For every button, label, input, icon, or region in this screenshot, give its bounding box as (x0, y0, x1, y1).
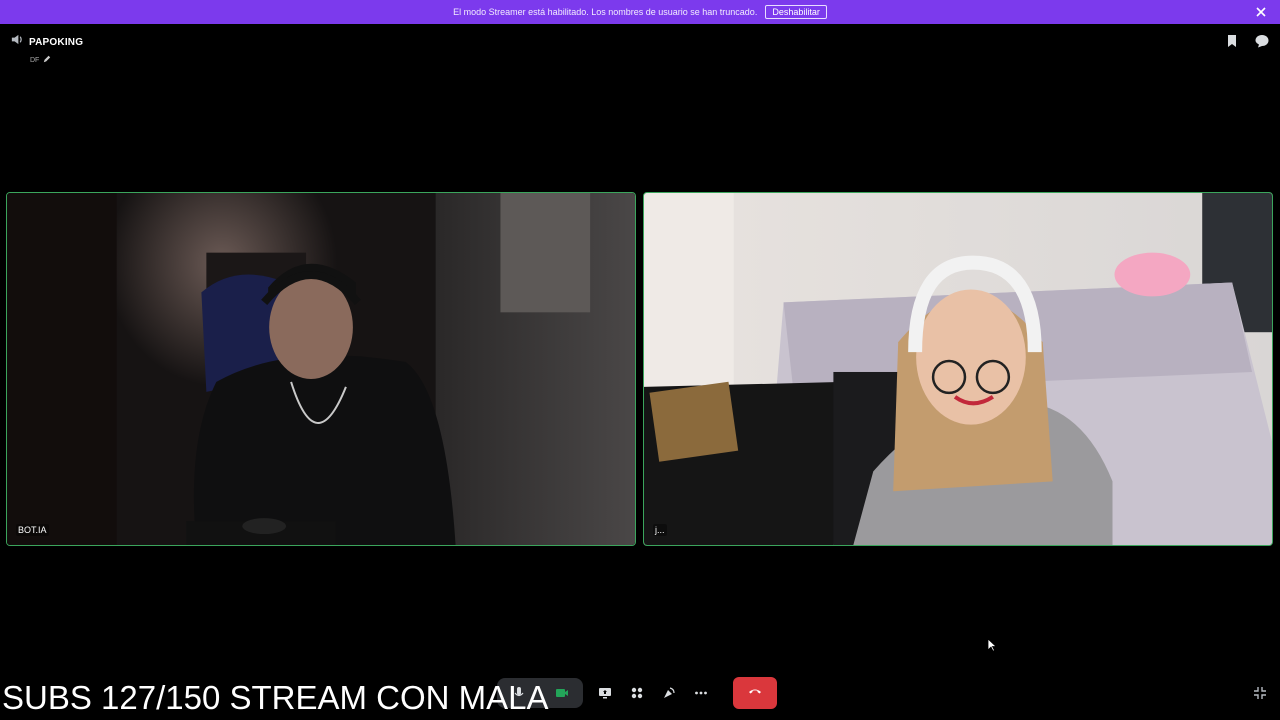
disable-streamer-mode-button[interactable]: Deshabilitar (765, 5, 827, 19)
channel-subtitle: DF (30, 56, 40, 64)
chat-icon[interactable] (1254, 33, 1270, 49)
streamer-mode-banner: El modo Streamer está habilitado. Los no… (0, 0, 1280, 24)
participant-name-label: j... (653, 524, 667, 536)
close-icon[interactable] (1254, 5, 1268, 19)
camera-icon[interactable] (547, 678, 577, 708)
exit-fullscreen-icon[interactable] (1252, 685, 1268, 701)
activities-icon[interactable] (622, 678, 652, 708)
screen-share-icon[interactable] (590, 678, 620, 708)
bookmark-icon[interactable] (1224, 33, 1240, 49)
participant-name-label: BOT.IA (16, 524, 49, 536)
stream-overlay-text: SUBS 127/150 STREAM CON MALA (2, 679, 549, 716)
channel-name[interactable]: PAPOKING (29, 37, 83, 48)
hangup-icon (747, 683, 763, 704)
video-feed-botia (7, 193, 635, 545)
video-feed-j (644, 193, 1272, 545)
more-icon[interactable] (686, 678, 716, 708)
banner-message: El modo Streamer está habilitado. Los no… (453, 7, 758, 17)
hangup-button[interactable] (733, 677, 777, 709)
participant-tile-botia[interactable]: BOT.IA (6, 192, 636, 546)
top-right-actions (1224, 33, 1270, 49)
participant-tile-j[interactable]: j... (643, 192, 1273, 546)
pencil-icon[interactable] (43, 55, 51, 65)
channel-header: PAPOKING DF (10, 33, 83, 67)
speaker-icon (10, 33, 23, 51)
mouse-cursor-icon (987, 638, 998, 652)
soundboard-icon[interactable] (654, 678, 684, 708)
